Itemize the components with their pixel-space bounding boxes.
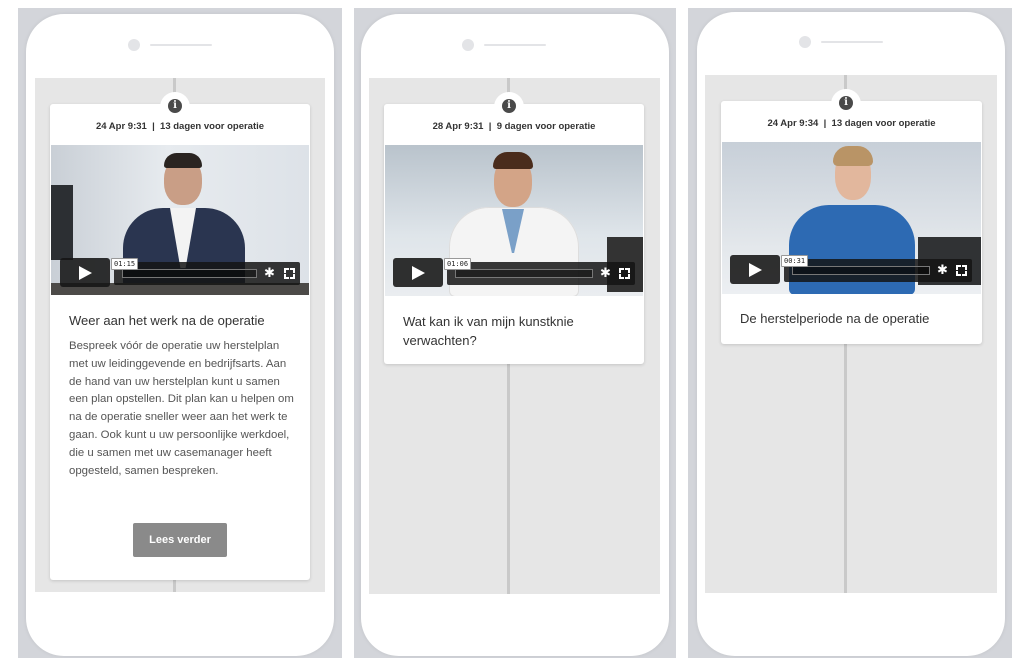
video-time: 00:31 xyxy=(781,255,809,267)
video-player[interactable]: ✱ 01:06 xyxy=(385,145,643,296)
card-body: Bespreek vóór de operatie uw herstelplan… xyxy=(69,340,294,477)
video-progress-bar[interactable] xyxy=(792,266,930,275)
meta-separator: | xyxy=(488,121,492,132)
video-time: 01:15 xyxy=(111,258,139,270)
info-icon[interactable]: i xyxy=(502,99,516,113)
fullscreen-icon[interactable] xyxy=(619,268,630,279)
presenter-hair xyxy=(493,152,533,169)
video-controls-bar: ✱ xyxy=(784,259,972,282)
timeline-card: i 24 Apr 9:34 | 13 dagen voor operatie ✱ xyxy=(721,89,982,344)
timeline-card: i 24 Apr 9:31 | 13 dagen voor operatie ✱… xyxy=(50,92,310,580)
gear-icon[interactable]: ✱ xyxy=(937,264,948,277)
meta-separator: | xyxy=(152,121,155,132)
presenter-hair xyxy=(164,153,202,168)
card-title: Weer aan het werk na de operatie xyxy=(69,313,265,328)
gear-icon[interactable]: ✱ xyxy=(264,267,275,280)
info-badge: i xyxy=(831,89,861,119)
play-button[interactable] xyxy=(60,258,110,287)
video-progress-bar[interactable] xyxy=(455,269,593,278)
card-meta: 28 Apr 9:31 | 9 dagen voor operatie xyxy=(384,121,644,132)
camera-dot xyxy=(128,39,140,51)
info-icon[interactable]: i xyxy=(839,96,853,110)
phone-screen[interactable]: i 28 Apr 9:31 | 9 dagen voor operatie ✱ … xyxy=(369,78,660,594)
video-time: 01:06 xyxy=(444,258,472,270)
video-player[interactable]: ✱ 00:31 xyxy=(722,142,981,294)
read-more-button[interactable]: Lees verder xyxy=(133,523,227,557)
camera-dot xyxy=(799,36,811,48)
card-days: 13 dagen voor operatie xyxy=(160,121,265,132)
speaker-line xyxy=(150,44,212,46)
video-player[interactable]: ✱ 01:15 xyxy=(51,145,309,295)
info-icon[interactable]: i xyxy=(168,99,182,113)
video-progress-bar[interactable] xyxy=(122,269,257,278)
meta-separator: | xyxy=(823,118,827,129)
speaker-line xyxy=(484,44,546,46)
card-meta: 24 Apr 9:34 | 13 dagen voor operatie xyxy=(721,118,982,129)
play-button[interactable] xyxy=(730,255,780,284)
info-badge: i xyxy=(160,92,190,122)
speaker-line xyxy=(821,41,883,43)
card-date: 28 Apr 9:31 xyxy=(432,121,484,132)
play-icon xyxy=(412,266,425,280)
play-icon xyxy=(749,263,762,277)
video-controls-bar: ✱ xyxy=(114,262,300,285)
fullscreen-icon[interactable] xyxy=(284,268,295,279)
monitor-shape xyxy=(51,185,73,260)
camera-dot xyxy=(462,39,474,51)
presenter-hair xyxy=(833,146,873,166)
video-controls-bar: ✱ xyxy=(447,262,635,285)
card-title: De herstelperiode na de operatie xyxy=(740,311,930,326)
phone-screen[interactable]: i 24 Apr 9:31 | 13 dagen voor operatie ✱… xyxy=(35,78,325,592)
gear-icon[interactable]: ✱ xyxy=(600,267,611,280)
phone-screen[interactable]: i 24 Apr 9:34 | 13 dagen voor operatie ✱ xyxy=(705,75,997,593)
card-meta: 24 Apr 9:31 | 13 dagen voor operatie xyxy=(50,121,310,132)
phone-frame-2: i 28 Apr 9:31 | 9 dagen voor operatie ✱ … xyxy=(361,14,669,656)
card-days: 9 dagen voor operatie xyxy=(496,121,596,132)
play-button[interactable] xyxy=(393,258,443,287)
timeline-card: i 28 Apr 9:31 | 9 dagen voor operatie ✱ … xyxy=(384,92,644,364)
info-badge: i xyxy=(494,92,524,122)
play-icon xyxy=(79,266,92,280)
fullscreen-icon[interactable] xyxy=(956,265,967,276)
card-date: 24 Apr 9:34 xyxy=(767,118,819,129)
phone-frame-3: i 24 Apr 9:34 | 13 dagen voor operatie ✱ xyxy=(697,12,1005,656)
phone-frame-1: i 24 Apr 9:31 | 13 dagen voor operatie ✱… xyxy=(26,14,334,656)
card-title: Wat kan ik van mijn kunstknie verwachten… xyxy=(403,314,574,348)
card-date: 24 Apr 9:31 xyxy=(95,121,147,132)
card-days: 13 dagen voor operatie xyxy=(831,118,936,129)
